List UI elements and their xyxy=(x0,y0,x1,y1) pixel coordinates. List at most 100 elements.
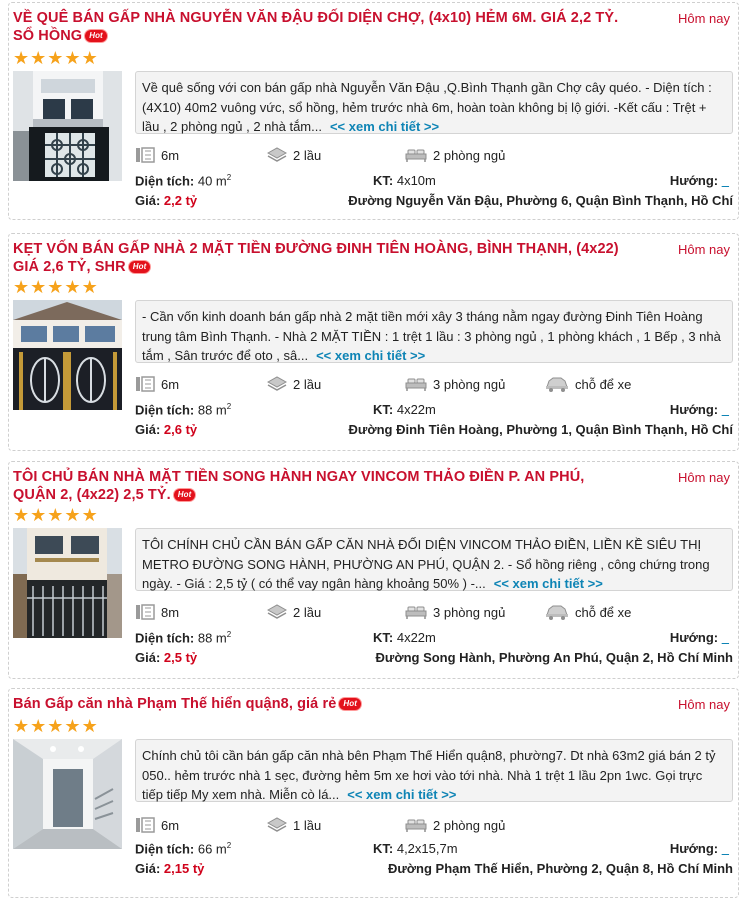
listing-title[interactable]: Bán Gấp căn nhà Phạm Thế hiển quận8, giá… xyxy=(13,695,623,713)
hot-badge: Hot xyxy=(339,698,362,710)
star-icon: ★ xyxy=(30,505,47,525)
star-icon: ★ xyxy=(13,277,30,297)
area-row: Diện tích: 88 m2 KT: 4x22m Hướng: _ xyxy=(135,630,729,646)
address: Đường Phạm Thế Hiển, Phường 2, Quận 8, H… xyxy=(388,861,733,876)
price-value: 2,5 tỷ xyxy=(163,650,198,665)
bed-icon xyxy=(405,149,427,162)
star-icon: ★ xyxy=(30,277,47,297)
feature-bedrooms: 2 phòng ngủ xyxy=(405,147,505,163)
house-photo xyxy=(13,528,122,638)
star-icon: ★ xyxy=(64,716,81,736)
listing-card[interactable]: Bán Gấp căn nhà Phạm Thế hiển quận8, giá… xyxy=(8,688,739,898)
bed-icon xyxy=(405,378,427,391)
star-icon: ★ xyxy=(81,48,98,68)
car-icon xyxy=(546,605,568,620)
price-value: 2,2 tỷ xyxy=(163,193,198,208)
floors-icon xyxy=(267,817,287,832)
rating-stars: ★ ★ ★ ★ ★ xyxy=(13,717,98,735)
listing-description: TÔI CHÍNH CHỦ CẦN BÁN GẤP CĂN NHÀ ĐỐI DI… xyxy=(135,528,733,591)
feature-floors: 2 lầu xyxy=(267,147,321,163)
feature-bedrooms: 2 phòng ngủ xyxy=(405,817,505,833)
hot-badge: Hot xyxy=(85,30,107,42)
listing-thumbnail[interactable] xyxy=(13,739,122,849)
view-detail-link[interactable]: << xem chi tiết >> xyxy=(494,576,603,591)
listing-card[interactable]: VỀ QUÊ BÁN GẤP NHÀ NGUYỄN VĂN ĐẬU ĐỐI DI… xyxy=(8,2,739,220)
address: Đường Nguyễn Văn Đậu, Phường 6, Quận Bìn… xyxy=(348,193,733,208)
star-icon: ★ xyxy=(64,505,81,525)
star-icon: ★ xyxy=(81,716,98,736)
direction-value: _ xyxy=(721,630,729,645)
feature-road: 6m xyxy=(135,147,179,163)
price-row: Giá: 2,5 tỷ Đường Song Hành, Phường An P… xyxy=(135,650,733,665)
star-icon: ★ xyxy=(47,505,64,525)
listing-card[interactable]: TÔI CHỦ BÁN NHÀ MẶT TIỀN SONG HÀNH NGAY … xyxy=(8,461,739,679)
feature-bedrooms: 3 phòng ngủ xyxy=(405,376,505,392)
road-width-icon xyxy=(136,604,155,620)
bed-icon xyxy=(405,819,427,832)
listing-description: Chính chủ tôi cần bán gấp căn nhà bên Ph… xyxy=(135,739,733,802)
post-date: Hôm nay xyxy=(677,697,730,712)
listing-title[interactable]: VỀ QUÊ BÁN GẤP NHÀ NGUYỄN VĂN ĐẬU ĐỐI DI… xyxy=(13,9,623,45)
listing-thumbnail[interactable] xyxy=(13,71,122,181)
star-icon: ★ xyxy=(30,48,47,68)
rating-stars: ★ ★ ★ ★ ★ xyxy=(13,49,98,67)
price-row: Giá: 2,15 tỷ Đường Phạm Thế Hiển, Phường… xyxy=(135,861,733,876)
direction-value: _ xyxy=(721,402,729,417)
listing-description: Về quê sống với con bán gấp nhà Nguyễn V… xyxy=(135,71,733,134)
view-detail-link[interactable]: << xem chi tiết >> xyxy=(347,787,456,802)
road-width-icon xyxy=(136,376,155,392)
feature-bedrooms: 3 phòng ngủ xyxy=(405,604,505,620)
listing-title[interactable]: TÔI CHỦ BÁN NHÀ MẶT TIỀN SONG HÀNH NGAY … xyxy=(13,468,623,504)
price-value: 2,6 tỷ xyxy=(163,422,198,437)
feature-floors: 2 lầu xyxy=(267,376,321,392)
star-icon: ★ xyxy=(64,48,81,68)
view-detail-link[interactable]: << xem chi tiết >> xyxy=(330,119,439,134)
rating-stars: ★ ★ ★ ★ ★ xyxy=(13,506,98,524)
feature-road: 6m xyxy=(135,376,179,392)
area-row: Diện tích: 40 m2 KT: 4x10m Hướng: _ xyxy=(135,173,729,189)
price-row: Giá: 2,2 tỷ Đường Nguyễn Văn Đậu, Phường… xyxy=(135,193,733,208)
area-row: Diện tích: 66 m2 KT: 4,2x15,7m Hướng: _ xyxy=(135,841,729,857)
address: Đường Đinh Tiên Hoàng, Phường 1, Quận Bì… xyxy=(348,422,733,437)
price-value: 2,15 tỷ xyxy=(163,861,205,876)
house-photo xyxy=(13,739,122,849)
listing-title[interactable]: KẸT VỐN BÁN GẤP NHÀ 2 MẶT TIỀN ĐƯỜNG ĐIN… xyxy=(13,240,623,276)
road-width-icon xyxy=(136,817,155,833)
feature-row: 6m 1 lầu 2 phòng ngủ xyxy=(135,817,735,837)
listing-thumbnail[interactable] xyxy=(13,300,122,410)
star-icon: ★ xyxy=(13,505,30,525)
direction-value: _ xyxy=(721,841,729,856)
hot-badge: Hot xyxy=(173,489,196,501)
direction-value: _ xyxy=(721,173,729,188)
feature-road: 8m xyxy=(135,604,179,620)
listing-card[interactable]: KẸT VỐN BÁN GẤP NHÀ 2 MẶT TIỀN ĐƯỜNG ĐIN… xyxy=(8,233,739,451)
price-row: Giá: 2,6 tỷ Đường Đinh Tiên Hoàng, Phườn… xyxy=(135,422,733,437)
star-icon: ★ xyxy=(13,716,30,736)
floors-icon xyxy=(267,147,287,162)
star-icon: ★ xyxy=(47,277,64,297)
listing-thumbnail[interactable] xyxy=(13,528,122,638)
star-icon: ★ xyxy=(47,48,64,68)
rating-stars: ★ ★ ★ ★ ★ xyxy=(13,278,98,296)
post-date: Hôm nay xyxy=(677,11,730,26)
feature-floors: 2 lầu xyxy=(267,604,321,620)
road-width-icon xyxy=(136,147,155,163)
star-icon: ★ xyxy=(64,277,81,297)
feature-floors: 1 lầu xyxy=(267,817,321,833)
feature-row: 6m 2 lầu 2 phòng ngủ xyxy=(135,147,735,167)
star-icon: ★ xyxy=(81,505,98,525)
star-icon: ★ xyxy=(13,48,30,68)
listing-description: - Cần vốn kinh doanh bán gấp nhà 2 mặt t… xyxy=(135,300,733,363)
floors-icon xyxy=(267,604,287,619)
star-icon: ★ xyxy=(30,716,47,736)
car-icon xyxy=(546,377,568,392)
post-date: Hôm nay xyxy=(677,470,730,485)
hot-badge: Hot xyxy=(128,261,151,273)
view-detail-link[interactable]: << xem chi tiết >> xyxy=(316,348,425,363)
feature-parking: chỗ để xe xyxy=(545,604,631,620)
star-icon: ★ xyxy=(47,716,64,736)
feature-row: 6m 2 lầu 3 phòng ngủ chỗ để xe xyxy=(135,376,735,396)
star-icon: ★ xyxy=(81,277,98,297)
house-photo xyxy=(13,71,122,181)
area-row: Diện tích: 88 m2 KT: 4x22m Hướng: _ xyxy=(135,402,729,418)
